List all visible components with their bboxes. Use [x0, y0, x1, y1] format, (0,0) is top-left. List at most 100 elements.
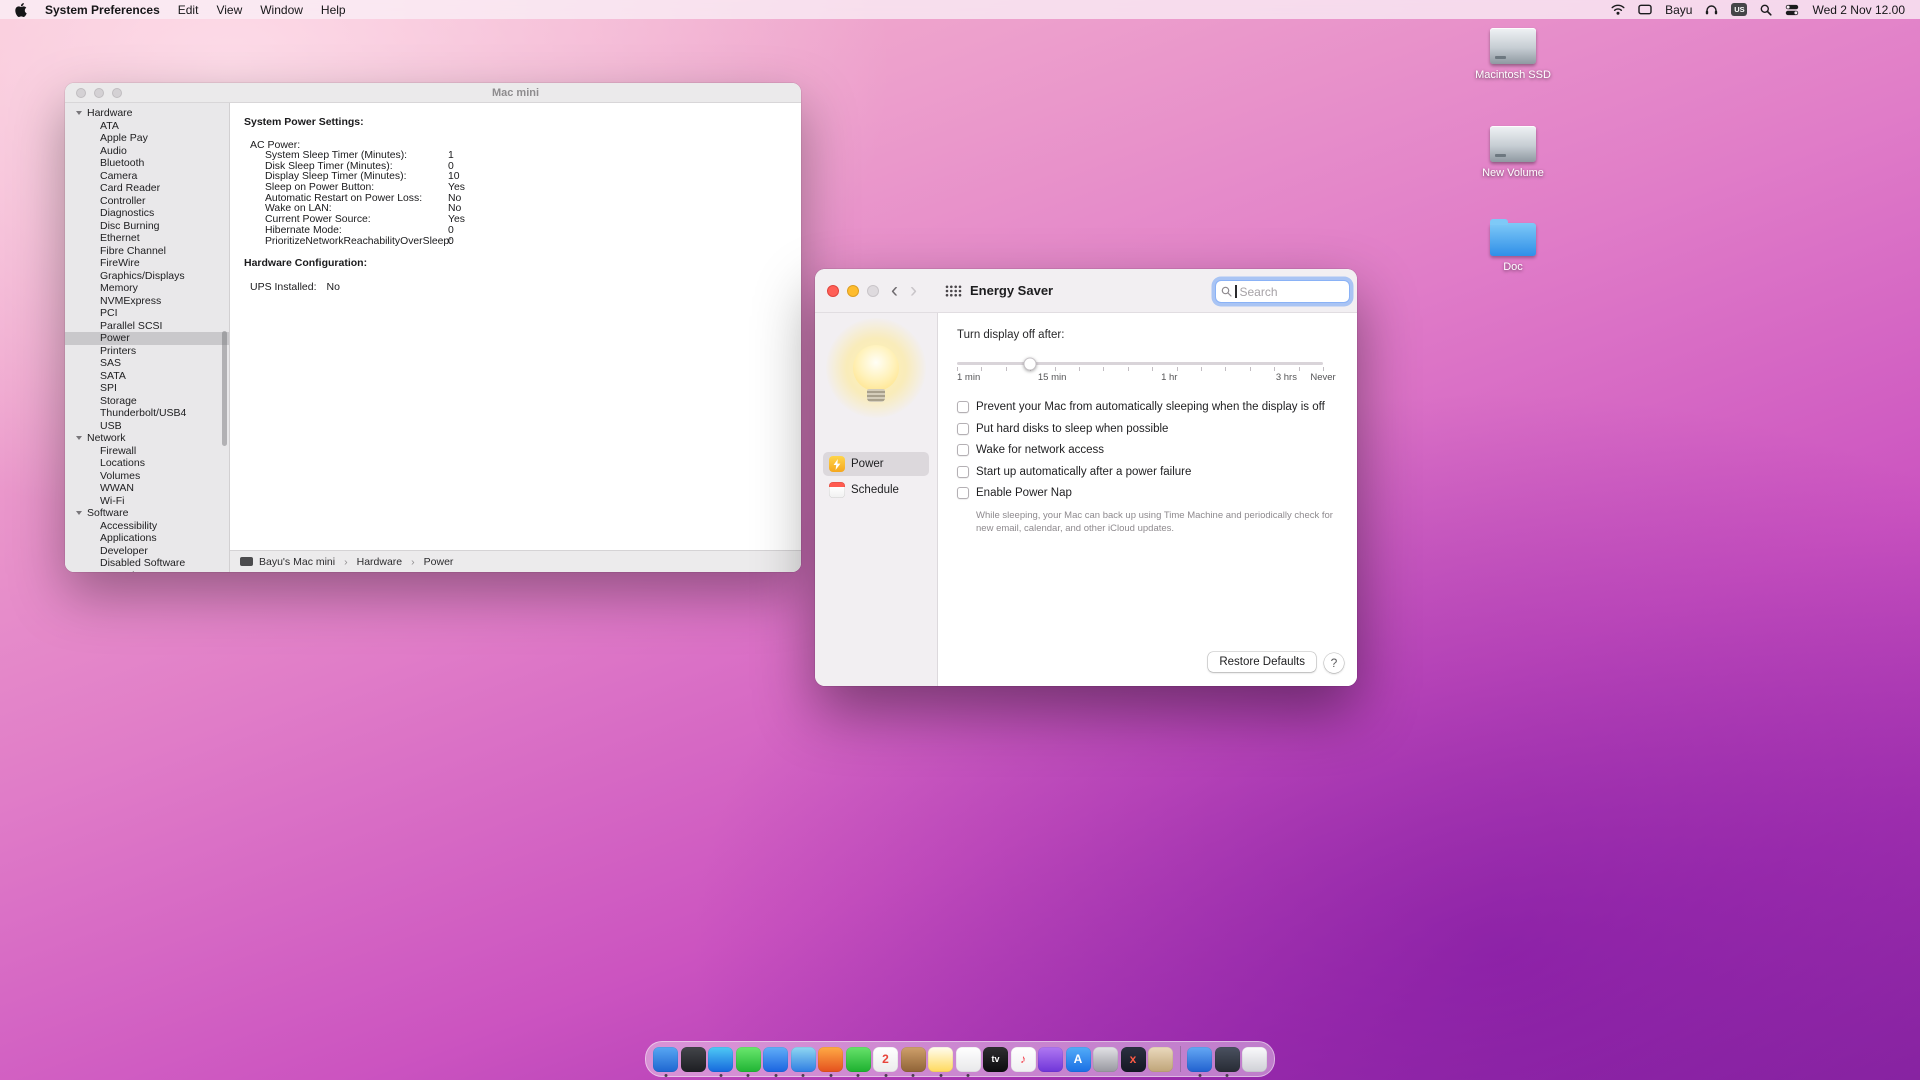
dock-icon-photo-booth[interactable] [1148, 1047, 1173, 1072]
sidebar-item-extensions[interactable]: Extensions [65, 570, 229, 573]
close-button[interactable] [827, 285, 839, 297]
sidebar-item-memory[interactable]: Memory [65, 282, 229, 295]
sidebar-item-parallel-scsi[interactable]: Parallel SCSI [65, 320, 229, 333]
sidebar-item-thunderbolt-usb4[interactable]: Thunderbolt/USB4 [65, 407, 229, 420]
control-center-icon[interactable] [1785, 4, 1799, 16]
dock-icon-music[interactable]: ♪ [1011, 1047, 1036, 1072]
sidebar-item-firewall[interactable]: Firewall [65, 445, 229, 458]
disclosure-triangle-icon[interactable] [76, 111, 82, 115]
sidebar-item-graphics-displays[interactable]: Graphics/Displays [65, 270, 229, 283]
dock-icon-app-store[interactable]: A [1066, 1047, 1091, 1072]
sidebar-item-ata[interactable]: ATA [65, 120, 229, 133]
sidebar-item-volumes[interactable]: Volumes [65, 470, 229, 483]
minimize-button[interactable] [94, 88, 104, 98]
sidebar-section-network[interactable]: Network [65, 432, 229, 445]
show-all-grid-icon[interactable] [945, 285, 962, 297]
sidebar-section-software[interactable]: Software [65, 507, 229, 520]
dock-icon-contacts[interactable] [901, 1047, 926, 1072]
sidebar-item-schedule[interactable]: Schedule [823, 478, 929, 502]
desktop-icon-new-volume[interactable]: New Volume [1468, 126, 1558, 179]
restore-defaults-button[interactable]: Restore Defaults [1208, 652, 1316, 672]
dock-icon-minimized-window[interactable] [1215, 1047, 1240, 1072]
energy-toolbar[interactable]: ‹ › Energy Saver Search [815, 269, 1357, 313]
sidebar-item-wwan[interactable]: WWAN [65, 482, 229, 495]
dock-icon-finder[interactable] [653, 1047, 678, 1072]
disclosure-triangle-icon[interactable] [76, 436, 82, 440]
dock-icon-mail[interactable] [763, 1047, 788, 1072]
user-menu[interactable]: Bayu [1665, 3, 1692, 17]
sidebar-item-nvmexpress[interactable]: NVMExpress [65, 295, 229, 308]
desktop-icon-doc[interactable]: Doc [1468, 218, 1558, 273]
zoom-button[interactable] [112, 88, 122, 98]
dock-icon-system-settings-gray[interactable] [1093, 1047, 1118, 1072]
dock-icon-calendar[interactable]: 2 [873, 1047, 898, 1072]
sidebar-item-accessibility[interactable]: Accessibility [65, 520, 229, 533]
dock-icon-safari[interactable] [708, 1047, 733, 1072]
back-button[interactable]: ‹ [891, 284, 898, 298]
search-input[interactable]: Search [1215, 280, 1350, 303]
dock-icon-trash[interactable] [1242, 1047, 1267, 1072]
sidebar-item-usb[interactable]: USB [65, 420, 229, 433]
close-button[interactable] [76, 88, 86, 98]
sidebar-item-diagnostics[interactable]: Diagnostics [65, 207, 229, 220]
sidebar-item-applications[interactable]: Applications [65, 532, 229, 545]
checkbox[interactable] [957, 401, 969, 413]
dock-icon-podcasts[interactable] [1038, 1047, 1063, 1072]
dock-icon-maps[interactable] [791, 1047, 816, 1072]
dock-icon-tv[interactable]: tv [983, 1047, 1008, 1072]
disclosure-triangle-icon[interactable] [76, 511, 82, 515]
checkbox-row-start-up-automatically-after[interactable]: Start up automatically after a power fai… [957, 466, 1357, 478]
menu-help[interactable]: Help [321, 3, 346, 17]
sidebar-item-firewire[interactable]: FireWire [65, 257, 229, 270]
sidebar-item-locations[interactable]: Locations [65, 457, 229, 470]
headphones-icon[interactable] [1705, 4, 1718, 15]
menu-bar-clock[interactable]: Wed 2 Nov 12.00 [1812, 3, 1905, 17]
dock-icon-system-preferences[interactable] [1187, 1047, 1212, 1072]
checkbox[interactable] [957, 466, 969, 478]
sidebar-item-apple-pay[interactable]: Apple Pay [65, 132, 229, 145]
apple-menu-icon[interactable] [15, 3, 27, 17]
sidebar-item-spi[interactable]: SPI [65, 382, 229, 395]
sidebar-item-storage[interactable]: Storage [65, 395, 229, 408]
dock-icon-firefox[interactable] [818, 1047, 843, 1072]
menu-window[interactable]: Window [260, 3, 303, 17]
desktop-icon-macintosh-ssd[interactable]: Macintosh SSD [1468, 28, 1558, 81]
checkbox-row-wake-for-network-access[interactable]: Wake for network access [957, 444, 1357, 456]
breadcrumb-item-bayu-s-mac-mini[interactable]: Bayu's Mac mini [259, 556, 335, 568]
checkbox-row-put-hard-disks-to[interactable]: Put hard disks to sleep when possible [957, 423, 1357, 435]
wifi-icon[interactable] [1611, 4, 1625, 15]
minimize-button[interactable] [847, 285, 859, 297]
checkbox[interactable] [957, 423, 969, 435]
display-off-slider-knob[interactable] [1024, 357, 1037, 370]
dock-icon-messages[interactable] [736, 1047, 761, 1072]
sidebar-item-sata[interactable]: SATA [65, 370, 229, 383]
sidebar-item-disc-burning[interactable]: Disc Burning [65, 220, 229, 233]
breadcrumb-item-power[interactable]: Power [424, 556, 454, 568]
sidebar-item-fibre-channel[interactable]: Fibre Channel [65, 245, 229, 258]
sidebar-item-sas[interactable]: SAS [65, 357, 229, 370]
checkbox-row-prevent-your-mac-from[interactable]: Prevent your Mac from automatically slee… [957, 401, 1357, 413]
sysinfo-titlebar[interactable]: Mac mini [65, 83, 801, 103]
input-source-badge[interactable]: US [1731, 3, 1747, 16]
checkbox-row-enable-power-nap[interactable]: Enable Power Nap [957, 487, 1357, 499]
dock-icon-reminders[interactable] [956, 1047, 981, 1072]
sidebar-section-hardware[interactable]: Hardware [65, 107, 229, 120]
zoom-button[interactable] [867, 285, 879, 297]
sidebar-item-card-reader[interactable]: Card Reader [65, 182, 229, 195]
menu-view[interactable]: View [216, 3, 242, 17]
sidebar-item-printers[interactable]: Printers [65, 345, 229, 358]
dock-icon-facetime[interactable] [846, 1047, 871, 1072]
sidebar-scrollbar[interactable] [222, 331, 227, 446]
dock-icon-launchpad[interactable] [681, 1047, 706, 1072]
spotlight-icon[interactable] [1760, 4, 1772, 16]
forward-button[interactable]: › [910, 284, 917, 298]
sidebar-item-developer[interactable]: Developer [65, 545, 229, 558]
slider-track[interactable] [957, 362, 1323, 365]
sidebar-item-controller[interactable]: Controller [65, 195, 229, 208]
display-icon[interactable] [1638, 4, 1652, 15]
sidebar-item-audio[interactable]: Audio [65, 145, 229, 158]
breadcrumb-item-hardware[interactable]: Hardware [357, 556, 403, 568]
sidebar-item-power[interactable]: Power [65, 332, 229, 345]
checkbox[interactable] [957, 444, 969, 456]
dock-icon-dark-app[interactable]: x [1121, 1047, 1146, 1072]
